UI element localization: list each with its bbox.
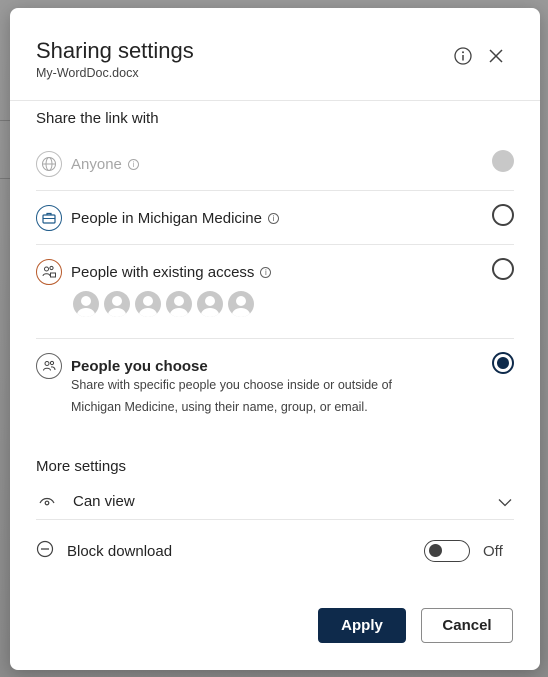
sharing-settings-dialog: Sharing settings My-WordDoc.docx Share t… [10, 8, 540, 670]
eye-icon [39, 497, 55, 506]
share-option-specific-people-label: People you choose [71, 358, 208, 375]
info-icon[interactable]: i [260, 267, 272, 278]
avatar [166, 291, 192, 317]
avatar [73, 291, 99, 317]
apply-button[interactable]: Apply [318, 608, 406, 643]
row-divider [36, 338, 514, 339]
row-divider [36, 519, 514, 520]
share-option-anyone[interactable]: Anyone i [36, 150, 514, 177]
more-settings-section-label: More settings [36, 458, 127, 475]
share-option-organization-label: People in Michigan Medicine i [71, 210, 279, 227]
block-download-label: Block download [67, 543, 173, 560]
cancel-button[interactable]: Cancel [421, 608, 513, 643]
specific-people-description: Share with specific people you choose in… [71, 378, 393, 414]
existing-access-avatars [73, 291, 254, 317]
people-lock-icon [36, 259, 62, 285]
share-link-section-label: Share the link with [36, 110, 159, 127]
share-option-existing-access-label: People with existing access i [71, 264, 272, 281]
avatar [135, 291, 161, 317]
share-option-anyone-label: Anyone i [71, 156, 139, 173]
info-icon[interactable]: i [127, 159, 139, 170]
radio-specific-people[interactable] [492, 352, 514, 374]
close-button[interactable] [484, 44, 508, 68]
permission-dropdown[interactable]: Can view [36, 488, 514, 518]
dialog-title: Sharing settings [36, 38, 194, 63]
chevron-down-icon [498, 499, 512, 507]
block-download-toggle[interactable] [424, 540, 470, 562]
info-icon [454, 47, 472, 65]
share-option-existing-access[interactable]: People with existing access i [36, 258, 514, 324]
block-icon [36, 540, 54, 558]
share-option-organization[interactable]: People in Michigan Medicine i [36, 204, 514, 231]
share-option-specific-people[interactable]: People you choose Share with specific pe… [36, 352, 514, 418]
people-icon [36, 353, 62, 379]
permission-value: Can view [73, 493, 135, 510]
info-button[interactable] [451, 44, 475, 68]
info-icon[interactable]: i [267, 213, 279, 224]
avatar [197, 291, 223, 317]
radio-anyone[interactable] [492, 150, 514, 172]
toggle-state-label: Off [483, 543, 503, 560]
avatar [104, 291, 130, 317]
row-divider [36, 190, 514, 191]
file-name: My-WordDoc.docx [36, 66, 139, 80]
row-divider [36, 244, 514, 245]
briefcase-icon [36, 205, 62, 231]
avatar [228, 291, 254, 317]
close-icon [489, 49, 503, 63]
header-divider [10, 100, 540, 101]
globe-icon [36, 151, 62, 177]
radio-organization[interactable] [492, 204, 514, 226]
radio-existing-access[interactable] [492, 258, 514, 280]
